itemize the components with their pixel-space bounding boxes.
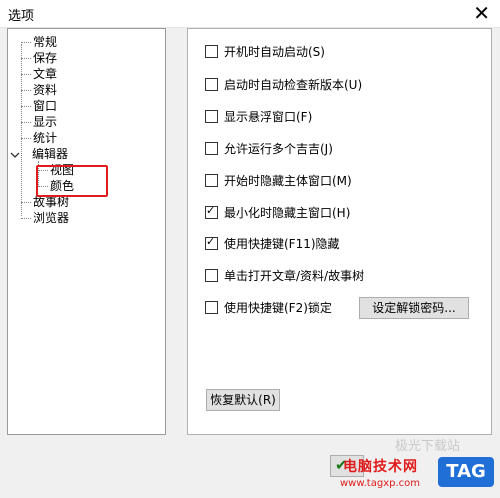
tree-item-materials[interactable]: 资料 [21,82,57,98]
option-hotkey-hide[interactable]: 使用快捷键(F11)隐藏 [205,234,340,252]
option-hide-on-minimize[interactable]: 最小化时隐藏主窗口(H) [205,203,350,221]
tree-item-save[interactable]: 保存 [21,50,57,66]
highlight-box [36,165,108,197]
tree-item-editor[interactable]: 编辑器 [32,146,68,162]
tree-item-statistics[interactable]: 统计 [21,130,57,146]
restore-default-button[interactable]: 恢复默认(R) [206,389,280,411]
option-check-update[interactable]: 启动时自动检查新版本(U) [205,77,362,93]
option-hotkey-lock[interactable]: 使用快捷键(F2)锁定 [205,300,332,316]
checkbox[interactable] [205,78,218,91]
option-multi-instance[interactable]: 允许运行多个吉吉(J) [205,141,333,157]
watermark-faded-text: 极光下载站 [395,439,461,454]
tree-item-general[interactable]: 常规 [21,34,57,50]
checkbox[interactable] [205,301,218,314]
option-auto-start[interactable]: 开机时自动启动(S) [205,44,325,60]
tree-item-articles[interactable]: 文章 [21,66,57,82]
tree-item-display[interactable]: 显示 [21,114,57,130]
watermark-url: www.tagxp.com [340,478,420,489]
checkbox[interactable] [205,174,218,187]
chevron-down-icon[interactable] [10,150,20,160]
checkbox[interactable] [205,142,218,155]
tree-item-browser[interactable]: 浏览器 [21,210,69,226]
checkbox[interactable] [205,110,218,123]
checkbox-checked[interactable] [205,203,218,219]
checkbox[interactable] [205,269,218,282]
title-bar: 选项 ✕ [0,0,500,27]
set-unlock-password-button[interactable]: 设定解锁密码... [359,297,469,319]
option-floating-window[interactable]: 显示悬浮窗口(F) [205,109,312,125]
checkbox[interactable] [205,45,218,58]
checkbox-checked[interactable] [205,234,218,250]
option-single-click-open[interactable]: 单击打开文章/资料/故事树 [205,268,364,284]
close-icon[interactable]: ✕ [473,0,490,26]
watermark-site-name: 电脑技术网 [343,459,418,475]
window-title: 选项 [8,9,35,24]
tree-item-window[interactable]: 窗口 [21,98,57,114]
option-hide-main-on-start[interactable]: 开始时隐藏主体窗口(M) [205,173,352,189]
watermark-tag-logo: TAG [438,457,494,487]
